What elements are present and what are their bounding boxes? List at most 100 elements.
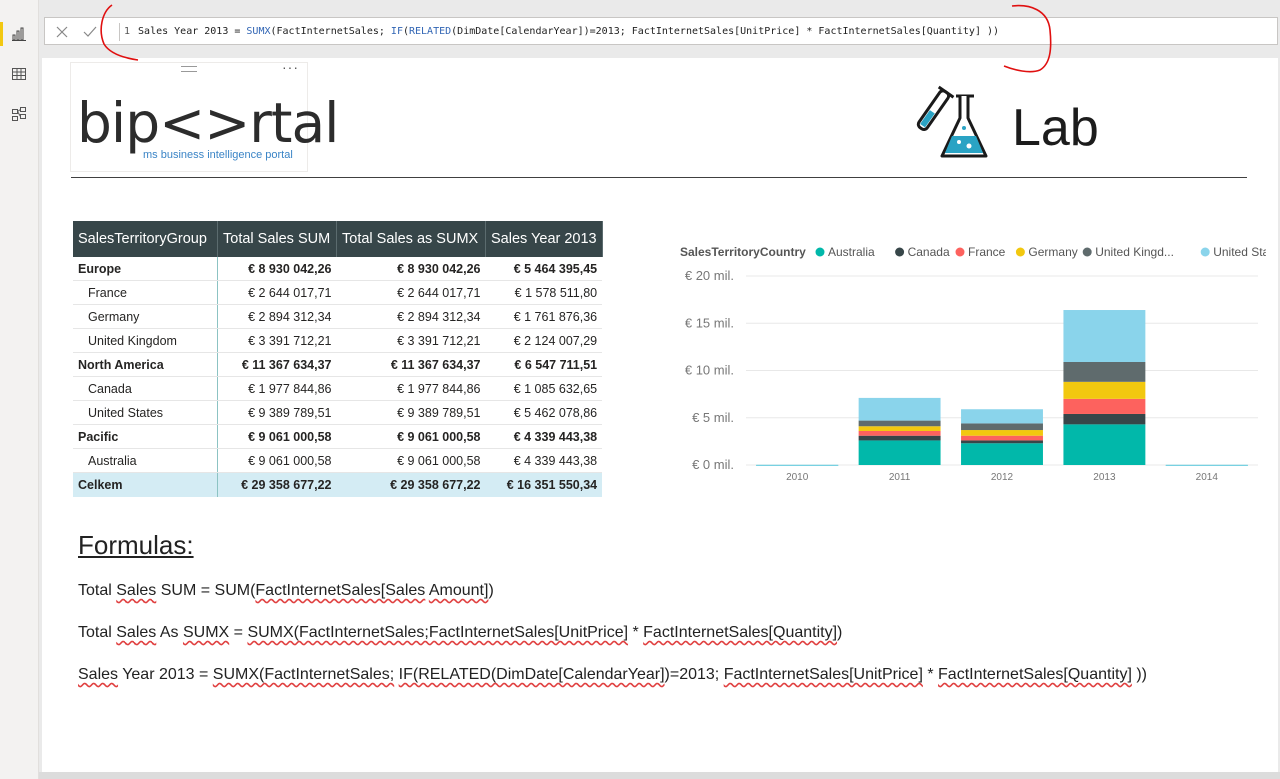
logo-subtitle: ms business intelligence portal (143, 149, 293, 161)
formula-text: Total (78, 624, 117, 641)
value-cell: € 2 894 312,34 (336, 304, 486, 329)
table-row[interactable]: Canada € 1 977 844,86 € 1 977 844,86 € 1 08… (73, 376, 603, 401)
value-cell: € 1 085 632,65 (485, 376, 603, 401)
formula-function: IF (390, 26, 403, 37)
formula-text-part: Sales Year 2013 = (138, 26, 247, 37)
y-tick-label: € 20 mil. (685, 268, 734, 283)
bar-segment (858, 435, 941, 441)
commit-formula-button[interactable] (81, 23, 99, 41)
bar-segment (961, 409, 1043, 424)
formula-text: Year 2013 = (118, 666, 213, 683)
x-tick-label: 2010 (786, 472, 809, 483)
value-cell: € 5 464 395,45 (485, 257, 603, 281)
data-view-button[interactable] (7, 62, 31, 86)
bar-segment (858, 397, 941, 421)
table-row[interactable]: United Kingdom € 3 391 712,21 € 3 391 712,… (73, 328, 603, 353)
bar-segment (858, 426, 941, 431)
report-view-button[interactable] (0, 22, 31, 46)
value-cell: € 9 389 789,51 (217, 400, 337, 425)
value-cell: € 9 061 000,58 (217, 424, 337, 449)
group-row[interactable]: Europe € 8 930 042,26 € 8 930 042,26 € 5 46… (73, 257, 603, 281)
formula-text: Sales (116, 624, 157, 641)
view-sidebar (0, 0, 39, 779)
column-header[interactable]: Total Sales as SUMX (336, 221, 486, 257)
formula-line-1: Total Sales SUM = SUM(FactInternetSales[… (78, 582, 494, 600)
formula-text: FactInternetSales[Sales (255, 582, 426, 599)
x-tick-label: 2013 (1093, 472, 1116, 483)
model-icon (12, 107, 26, 121)
formula-text: Sales (116, 582, 157, 599)
y-tick-label: € 15 mil. (685, 315, 734, 330)
value-cell: € 3 391 712,21 (336, 328, 486, 353)
formula-text-part: (FactInternetSales; (270, 26, 391, 37)
table-row[interactable]: Germany € 2 894 312,34 € 2 894 312,34 € 1 7… (73, 304, 603, 329)
formula-text: As (156, 624, 183, 641)
table-icon (12, 68, 26, 80)
formulas-heading: Formulas: (78, 530, 194, 560)
lab-title: Lab (1012, 99, 1099, 157)
legend-marker (895, 247, 905, 257)
legend-marker (815, 247, 825, 257)
value-cell: € 1 977 844,86 (336, 376, 486, 401)
formula-text: * (628, 624, 644, 641)
value-cell: € 11 367 634,37 (336, 352, 486, 377)
formula-bar: 1 Sales Year 2013 = SUMX(FactInternetSale… (44, 17, 1278, 45)
formula-text: Total (78, 582, 117, 599)
stacked-column-chart[interactable]: SalesTerritoryCountry Australia Canada Fran… (676, 238, 1266, 498)
matrix-body: Europe € 8 930 042,26 € 8 930 042,26 € 5 46… (73, 257, 603, 497)
legend-item: Germany (1028, 245, 1077, 259)
bar-segment (858, 430, 941, 436)
formula-line-3: Sales Year 2013 = SUMX(FactInternetSales… (78, 666, 1147, 684)
horizontal-scrollbar[interactable] (39, 772, 1280, 779)
value-cell: € 9 389 789,51 (336, 400, 486, 425)
value-cell: € 16 351 550,34 (485, 472, 603, 497)
bar-segment (1063, 310, 1146, 362)
bar-segment (1063, 381, 1146, 399)
sales-matrix[interactable]: SalesTerritoryGroup Total Sales SUM Tota… (73, 221, 603, 497)
group-row[interactable]: North America € 11 367 634,37 € 11 367 634… (73, 352, 603, 377)
table-row[interactable]: Australia € 9 061 000,58 € 9 061 000,58 € 4… (73, 448, 603, 473)
model-view-button[interactable] (7, 102, 31, 126)
drag-handle-icon[interactable] (181, 66, 197, 72)
value-cell: € 29 358 677,22 (217, 472, 337, 497)
column-header[interactable]: Sales Year 2013 (485, 221, 603, 257)
legend-title: SalesTerritoryCountry (680, 245, 806, 259)
cancel-formula-button[interactable] (53, 23, 71, 41)
column-header[interactable]: SalesTerritoryGroup (73, 221, 218, 257)
value-cell: € 5 462 078,86 (485, 400, 603, 425)
row-label-cell: France (73, 280, 218, 305)
formula-function: RELATED (409, 26, 452, 37)
formula-text: * (922, 666, 939, 683)
legend-item: Canada (908, 245, 950, 259)
table-row[interactable]: United States € 9 389 789,51 € 9 389 789,5… (73, 400, 603, 425)
lab-flask-icon (916, 85, 988, 158)
bar-segment (1063, 424, 1146, 465)
row-label-cell: Europe (73, 257, 218, 281)
bar-segment (961, 440, 1043, 444)
formula-editor[interactable]: 1 Sales Year 2013 = SUMX(FactInternetSale… (119, 23, 999, 41)
row-label-cell: Australia (73, 448, 218, 473)
y-tick-label: € 5 mil. (692, 410, 734, 425)
value-cell: € 1 761 876,36 (485, 304, 603, 329)
value-cell: € 2 644 017,71 (217, 280, 337, 305)
more-options-icon[interactable]: ··· (282, 59, 299, 75)
value-cell: € 2 124 007,29 (485, 328, 603, 353)
table-row[interactable]: France € 2 644 017,71 € 2 644 017,71 € 1 57… (73, 280, 603, 305)
value-cell: € 9 061 000,58 (336, 424, 486, 449)
logo-visual[interactable]: ··· bip<>rtal ms business intelligence p… (70, 59, 339, 172)
row-label-cell: Germany (73, 304, 218, 329)
x-tick-label: 2012 (991, 472, 1014, 483)
value-cell: € 2 644 017,71 (336, 280, 486, 305)
bar-segment (961, 435, 1043, 441)
column-header[interactable]: Total Sales SUM (217, 221, 337, 257)
total-row[interactable]: Celkem € 29 358 677,22 € 29 358 677,22 € 16… (73, 472, 603, 497)
group-row[interactable]: Pacific € 9 061 000,58 € 9 061 000,58 € 4 3… (73, 424, 603, 449)
formula-text: FactInternetSales[Quantity] (643, 624, 838, 641)
value-cell: € 11 367 634,37 (217, 352, 337, 377)
row-label-cell: Celkem (73, 472, 218, 497)
legend-marker (1082, 247, 1092, 257)
legend-item: United States (1213, 245, 1266, 259)
value-cell: € 2 894 312,34 (217, 304, 337, 329)
formula-text: SUMX(FactInternetSales; (212, 666, 395, 683)
value-cell: € 6 547 711,51 (485, 352, 603, 377)
